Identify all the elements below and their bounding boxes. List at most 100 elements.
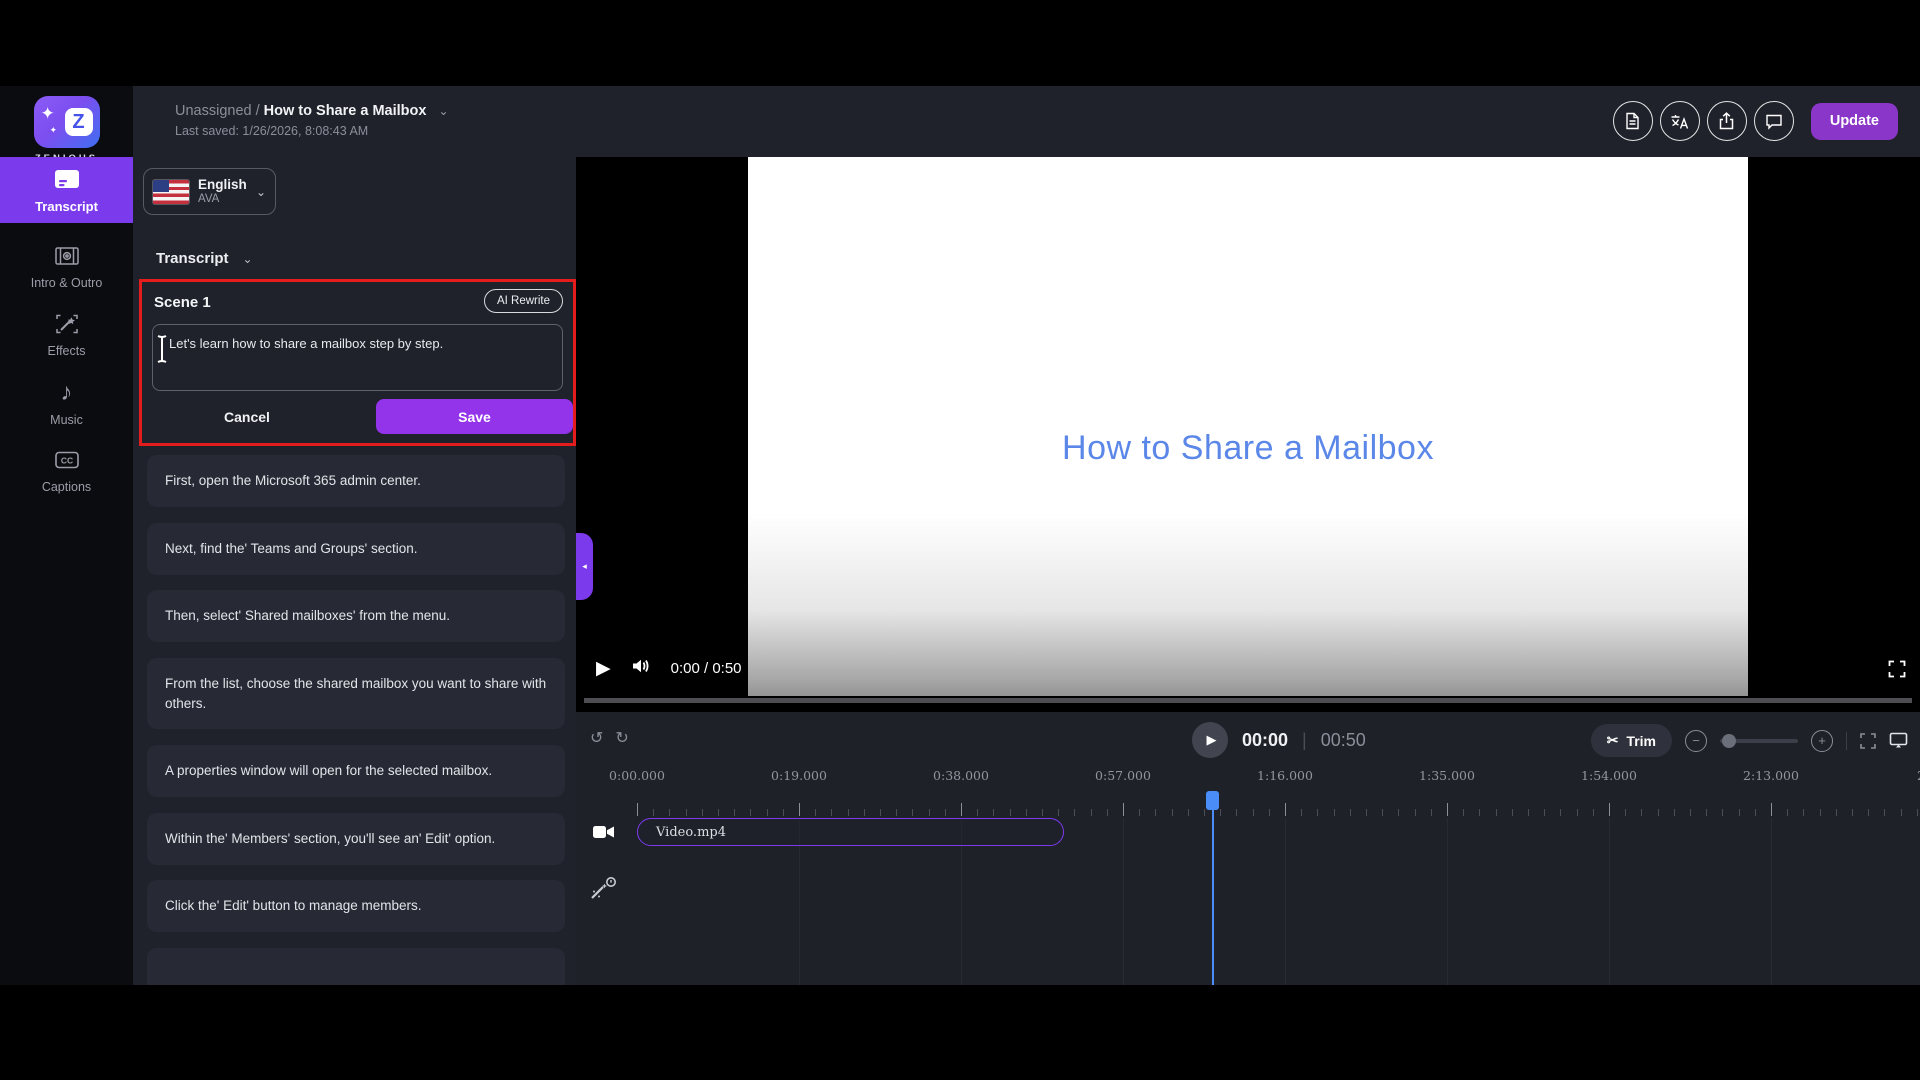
transcript-panel: English AVA ⌄ Transcript ⌄ Scene 1 AI Rew…	[133, 157, 576, 985]
fit-timeline-icon[interactable]	[1860, 732, 1876, 749]
zoom-in-button[interactable]: +	[1811, 729, 1833, 752]
video-canvas[interactable]: How to Share a Mailbox	[748, 157, 1748, 696]
ruler-label: 0:57.000	[1095, 768, 1151, 783]
sparkle-icon: ✦	[40, 104, 55, 123]
sidebar-item-effects[interactable]: Effects	[0, 302, 133, 364]
chevron-left-icon: ◂	[582, 561, 587, 571]
panel-collapse-button[interactable]: ◂	[576, 533, 593, 600]
sidebar-item-transcript[interactable]: Transcript	[0, 157, 133, 223]
brand-logo[interactable]: ✦ ✦ Z ZENIOUS	[0, 96, 133, 164]
transcript-line[interactable]: Within the' Members' section, you'll see…	[147, 813, 565, 865]
scene-editor-highlight: Scene 1 AI Rewrite Cancel Save	[139, 279, 576, 446]
scene-editor-actions: Cancel Save	[152, 399, 573, 434]
transcript-section-label: Transcript	[156, 250, 229, 267]
redo-icon[interactable]: ↻	[615, 728, 628, 748]
transcript-line[interactable]: A properties window will open for the se…	[147, 745, 565, 797]
timeline-play-button[interactable]: ▶	[1192, 722, 1228, 758]
scissors-icon: ✂	[1606, 732, 1619, 748]
magic-track-icon[interactable]	[588, 874, 618, 909]
magic-wand-icon	[55, 311, 79, 337]
chevron-down-icon: ⌄	[242, 252, 253, 266]
share-button[interactable]	[1706, 101, 1747, 141]
ruler-label: 1:16.000	[1257, 768, 1313, 783]
sidebar-item-label: Intro & Outro	[30, 276, 103, 290]
display-icon[interactable]	[1889, 732, 1908, 749]
header-actions: Update	[1612, 101, 1898, 141]
video-track-icon	[592, 822, 616, 847]
zoom-out-button[interactable]: −	[1685, 729, 1707, 752]
document-button[interactable]	[1612, 101, 1653, 141]
ruler-label: 0:38.000	[933, 768, 989, 783]
breadcrumb[interactable]: Unassigned / How to Share a Mailbox ⌄	[175, 103, 449, 119]
sidebar-item-intro-outro[interactable]: Intro & Outro	[0, 234, 133, 296]
chevron-down-icon: ⌄	[255, 184, 266, 199]
top-header: Unassigned / How to Share a Mailbox ⌄ La…	[133, 86, 1920, 157]
sidebar-item-music[interactable]: ♪ Music	[0, 371, 133, 433]
us-flag-icon	[153, 179, 189, 204]
toolbar-divider	[1846, 731, 1847, 750]
time-separator: |	[1302, 729, 1307, 750]
voice-name: AVA	[198, 192, 220, 205]
timeline-tracks: Video.mp4	[576, 818, 1920, 985]
playhead-line	[1212, 792, 1214, 985]
sidebar-item-label: Transcript	[35, 199, 98, 214]
captions-icon: CC	[54, 447, 80, 473]
transcript-line[interactable]: From the list, choose the shared mailbox…	[147, 658, 565, 730]
ruler-label: 0:19.000	[771, 768, 827, 783]
save-button[interactable]: Save	[376, 399, 573, 434]
timeline-section: ↺ ↻ ▶ 00:00 | 00:50 ✂ Trim − + 0:00.000 …	[576, 712, 1920, 985]
scene-text-input[interactable]	[152, 324, 563, 391]
transcript-section-toggle[interactable]: Transcript ⌄	[156, 250, 253, 267]
last-saved-label: Last saved: 1/26/2026, 8:08:43 AM	[175, 124, 369, 138]
ruler-label: 1:35.000	[1419, 768, 1475, 783]
music-note-icon: ♪	[60, 379, 73, 406]
chevron-down-icon[interactable]: ⌄	[438, 104, 448, 118]
cancel-button[interactable]: Cancel	[152, 409, 342, 425]
ai-rewrite-button[interactable]: AI Rewrite	[483, 289, 563, 313]
sidebar-item-label: Music	[50, 413, 83, 427]
logo-z-icon: Z	[64, 108, 93, 136]
playhead-handle[interactable]	[1206, 791, 1219, 810]
transcript-line[interactable]: Then, select' Shared mailboxes' from the…	[147, 590, 565, 642]
transcript-line[interactable]: First, open the Microsoft 365 admin cent…	[147, 455, 565, 507]
breadcrumb-title[interactable]: How to Share a Mailbox	[264, 103, 427, 119]
translate-button[interactable]	[1659, 101, 1700, 141]
film-icon	[54, 243, 80, 269]
breadcrumb-project[interactable]: Unassigned	[175, 103, 252, 119]
sidebar: ✦ ✦ Z ZENIOUS Transcript Intro & Outro E…	[0, 86, 133, 985]
timeline-clip-video[interactable]: Video.mp4	[637, 818, 1064, 846]
comment-button[interactable]	[1753, 101, 1794, 141]
volume-icon[interactable]	[631, 657, 651, 680]
zoom-slider-thumb[interactable]	[1722, 733, 1736, 748]
svg-text:CC: CC	[60, 456, 72, 466]
timeline-toolbar: ↺ ↻ ▶ 00:00 | 00:50 ✂ Trim − +	[576, 712, 1920, 768]
play-icon[interactable]: ▶	[596, 657, 611, 680]
ruler-label: 1:54.000	[1581, 768, 1637, 783]
fullscreen-icon[interactable]	[1888, 660, 1906, 683]
transcript-icon	[54, 166, 80, 192]
logo-mark: ✦ ✦ Z	[33, 96, 100, 148]
language-selector[interactable]: English AVA ⌄	[143, 168, 276, 215]
app-window: Unassigned / How to Share a Mailbox ⌄ La…	[0, 0, 1920, 1080]
transcript-line[interactable]: Next, find the' Teams and Groups' sectio…	[147, 523, 565, 575]
share-icon	[1718, 112, 1735, 130]
breadcrumb-separator: /	[251, 103, 264, 119]
transcript-line[interactable]: Click the' Edit' button to manage member…	[147, 880, 565, 932]
transcript-line-clipped[interactable]	[147, 948, 565, 985]
sidebar-item-captions[interactable]: CC Captions	[0, 438, 133, 500]
comment-icon	[1765, 113, 1783, 130]
language-name: English	[198, 177, 247, 193]
timeline-zoom-slider[interactable]	[1720, 733, 1798, 748]
ruler-label: 0:00.000	[609, 768, 665, 783]
player-time-display: 0:00 / 0:50	[670, 660, 742, 677]
sidebar-item-label: Effects	[47, 344, 86, 358]
undo-icon[interactable]: ↺	[590, 728, 603, 748]
video-player: How to Share a Mailbox ▶ 0:00 / 0:50	[576, 157, 1920, 712]
clip-name: Video.mp4	[656, 824, 726, 840]
player-controls: ▶ 0:00 / 0:50	[596, 657, 742, 680]
sidebar-item-label: Captions	[41, 480, 92, 494]
seek-bar[interactable]	[584, 698, 1912, 703]
trim-button[interactable]: ✂ Trim	[1590, 724, 1672, 757]
timeline-ruler[interactable]	[576, 790, 1920, 817]
update-button[interactable]: Update	[1810, 102, 1898, 140]
